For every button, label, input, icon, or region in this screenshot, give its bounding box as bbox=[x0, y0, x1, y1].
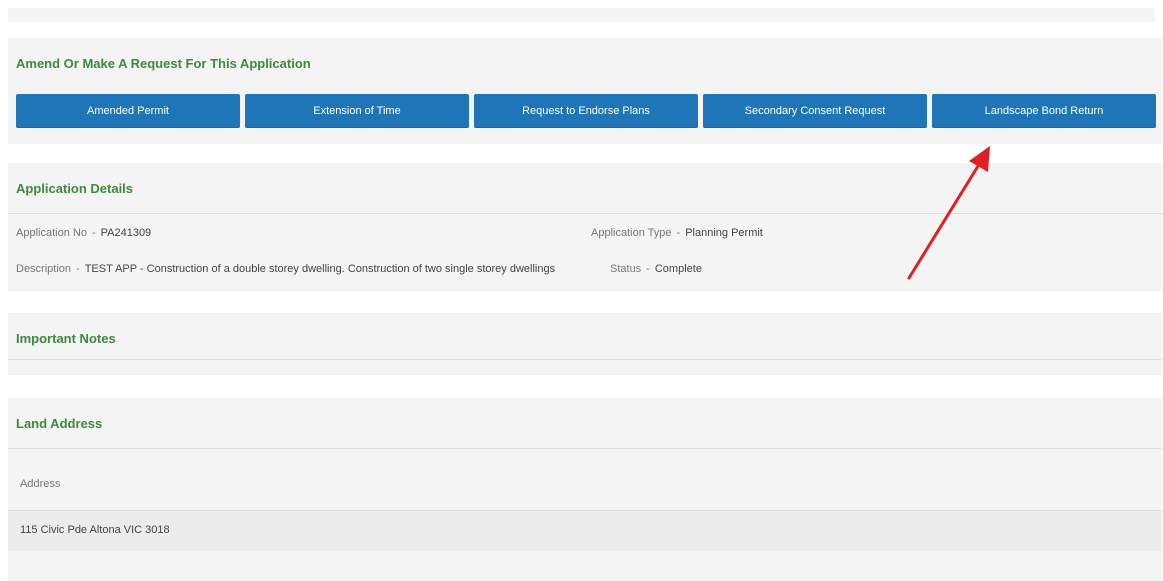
request-to-endorse-plans-button[interactable]: Request to Endorse Plans bbox=[474, 94, 698, 128]
divider bbox=[8, 448, 1162, 449]
extension-of-time-button[interactable]: Extension of Time bbox=[245, 94, 469, 128]
address-column-header: Address bbox=[20, 478, 61, 490]
status-line: Status - Complete bbox=[610, 263, 702, 275]
land-address-panel: Land Address Address 115 Civic Pde Alton… bbox=[8, 398, 1162, 581]
landscape-bond-return-button[interactable]: Landscape Bond Return bbox=[932, 94, 1156, 128]
separator: - bbox=[76, 263, 80, 275]
status-value: Complete bbox=[654, 263, 702, 275]
arrow-head bbox=[969, 146, 990, 172]
arrow-shaft bbox=[907, 156, 985, 280]
amend-button-row: Amended Permit Extension of Time Request… bbox=[16, 94, 1156, 128]
separator: - bbox=[646, 263, 650, 275]
amend-request-title: Amend Or Make A Request For This Applica… bbox=[16, 56, 311, 71]
important-notes-title: Important Notes bbox=[16, 331, 116, 346]
table-row: 115 Civic Pde Altona VIC 3018 bbox=[8, 510, 1162, 551]
description-line: Description - TEST APP - Construction of a… bbox=[16, 263, 555, 275]
application-no-line: Application No - PA241309 bbox=[16, 227, 151, 239]
application-details-title: Application Details bbox=[16, 181, 134, 196]
description-label: Description bbox=[16, 263, 72, 275]
application-type-line: Application Type - Planning Permit bbox=[591, 227, 763, 239]
important-notes-panel: Important Notes bbox=[8, 313, 1162, 375]
description-value: TEST APP - Construction of a double stor… bbox=[84, 263, 556, 275]
red-arrow-icon bbox=[907, 146, 990, 280]
secondary-consent-request-button[interactable]: Secondary Consent Request bbox=[703, 94, 927, 128]
amended-permit-button[interactable]: Amended Permit bbox=[16, 94, 240, 128]
divider bbox=[8, 359, 1162, 360]
status-label: Status bbox=[610, 263, 642, 275]
application-type-value: Planning Permit bbox=[685, 227, 763, 239]
amend-request-panel: Amend Or Make A Request For This Applica… bbox=[8, 38, 1162, 144]
top-strip bbox=[8, 8, 1155, 22]
page: Amend Or Make A Request For This Applica… bbox=[0, 0, 1163, 581]
separator: - bbox=[91, 227, 96, 239]
application-no-value: PA241309 bbox=[100, 227, 152, 239]
address-value: 115 Civic Pde Altona VIC 3018 bbox=[20, 524, 170, 536]
separator: - bbox=[676, 227, 681, 239]
application-type-label: Application Type bbox=[591, 227, 672, 239]
application-no-label: Application No bbox=[16, 227, 87, 239]
land-address-title: Land Address bbox=[16, 416, 103, 431]
